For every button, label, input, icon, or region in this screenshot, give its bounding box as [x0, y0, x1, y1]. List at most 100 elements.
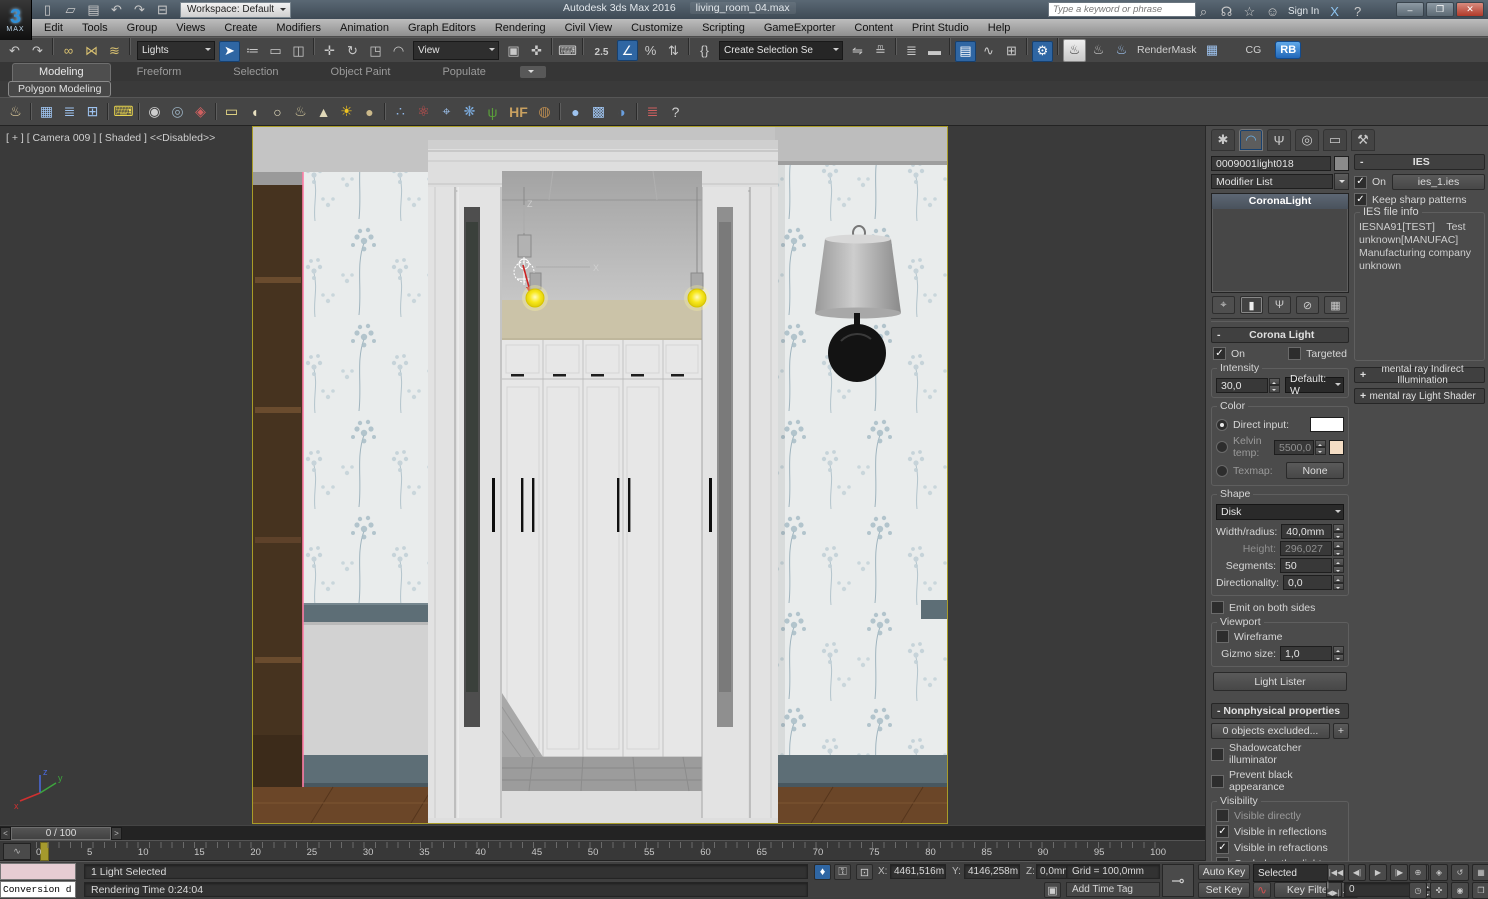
menu-item[interactable]: Content [854, 22, 893, 34]
orbit-icon[interactable]: ↺ [1451, 864, 1469, 881]
save-file-button[interactable]: ▤ [83, 0, 104, 20]
workspace-dropdown[interactable]: Workspace: Default [180, 2, 291, 18]
menu-item[interactable]: Help [988, 22, 1011, 34]
height-field[interactable]: 296,027 [1280, 541, 1332, 556]
edit-named-selection-sets-button[interactable]: {} [694, 40, 715, 61]
grass-icon[interactable]: ψ [482, 101, 503, 122]
select-object-button[interactable]: ➤ [219, 41, 240, 62]
shape-dropdown[interactable]: Disk [1216, 504, 1344, 520]
render-in-cloud-button[interactable]: ♨ [1111, 40, 1132, 61]
tab-modeling[interactable]: Modeling [12, 63, 111, 81]
render-mask-button[interactable]: RenderMask [1137, 44, 1197, 56]
molecule-icon[interactable]: ⚛ [413, 101, 434, 122]
camera-view[interactable]: Z X [252, 126, 948, 824]
wood-cabinet[interactable] [253, 172, 303, 789]
menu-item[interactable]: Animation [340, 22, 389, 34]
tab-selection[interactable]: Selection [207, 64, 304, 81]
render-table-icon[interactable]: ⊞ [82, 101, 103, 122]
add-time-tag-button[interactable]: Add Time Tag [1066, 882, 1160, 897]
wireframe-checkbox[interactable] [1216, 630, 1229, 643]
intensity-spinner[interactable] [1269, 378, 1280, 393]
undo-button[interactable]: ↶ [4, 41, 25, 62]
corona-light-rollout-header[interactable]: - Corona Light [1211, 327, 1349, 343]
directionality-field[interactable]: 0,0 [1283, 575, 1332, 590]
max-logo[interactable]: 3 MAX [0, 0, 32, 40]
time-configuration-icon[interactable]: ◷ [1409, 882, 1427, 899]
texmap-radio[interactable] [1216, 465, 1228, 477]
cone-light-icon[interactable]: ▲ [313, 101, 334, 122]
time-slider-grip[interactable]: 0 / 100 [11, 827, 111, 840]
width-radius-field[interactable]: 40,0mm [1281, 524, 1332, 539]
make-unique-button[interactable]: Ψ [1268, 296, 1291, 314]
particles-icon[interactable]: ∴ [390, 101, 411, 122]
keyboard-shortcut-override-button[interactable]: ⌨ [557, 40, 578, 61]
lock-selection-button[interactable]: ⚿ [834, 864, 851, 880]
directionality-spinner[interactable] [1333, 575, 1344, 590]
x-coordinate-field[interactable]: 4461,516m [890, 864, 946, 879]
menu-item[interactable]: Rendering [495, 22, 546, 34]
utilities-tab[interactable]: ⚒ [1351, 129, 1375, 151]
set-key-button[interactable]: Set Key [1198, 882, 1250, 898]
stack-item-coronalight[interactable]: CoronaLight [1212, 194, 1348, 209]
scatter-icon[interactable]: ❋ [459, 101, 480, 122]
right-open-door[interactable] [702, 187, 748, 818]
render-production-button[interactable]: ♨ [1063, 39, 1086, 62]
maximize-toggle-icon[interactable]: ❒ [1472, 882, 1488, 899]
configure-modifier-sets-button[interactable]: ▦ [1324, 296, 1347, 314]
polygon-modeling-panel[interactable]: Polygon Modeling [8, 81, 111, 97]
viewport-label[interactable]: [ + ] [ Camera 009 ] [ Shaded ] <<Disabl… [6, 132, 215, 144]
ies-rollout-header[interactable]: - IES [1354, 154, 1485, 170]
new-file-button[interactable]: ▯ [37, 0, 58, 20]
visible-refractions-checkbox[interactable] [1216, 841, 1229, 854]
auto-key-button[interactable]: Auto Key [1198, 864, 1250, 880]
material-select-icon[interactable]: ◑ [611, 101, 632, 122]
segments-field[interactable]: 50 [1280, 558, 1332, 573]
material-override-icon[interactable]: ▩ [588, 101, 609, 122]
segments-spinner[interactable] [1333, 558, 1344, 573]
menu-item[interactable]: Views [176, 22, 205, 34]
menu-item[interactable]: Civil View [565, 22, 612, 34]
object-name-field[interactable]: 0009001light018 [1211, 156, 1331, 171]
remove-modifier-button[interactable]: ⊘ [1296, 296, 1319, 314]
unlink-selection-button[interactable]: ⋈ [81, 41, 102, 62]
display-tab[interactable]: ▭ [1323, 129, 1347, 151]
y-coordinate-field[interactable]: 4146,258m [964, 864, 1020, 879]
light-lister-icon[interactable]: ≣ [642, 101, 663, 122]
open-file-button[interactable]: ▱ [60, 0, 81, 20]
pin-stack-button[interactable]: ⌖ [1212, 296, 1235, 314]
redo-button[interactable]: ↷ [27, 41, 48, 62]
menu-item[interactable]: Create [224, 22, 257, 34]
bind-to-space-warp-button[interactable]: ≋ [104, 41, 125, 62]
cg-button[interactable]: CG [1246, 44, 1262, 56]
maxscript-listener-pink[interactable] [0, 863, 76, 880]
hierarchy-tab[interactable]: Ψ [1267, 129, 1291, 151]
menu-item[interactable]: Graph Editors [408, 22, 476, 34]
viewport[interactable]: [ + ] [ Camera 009 ] [ Shaded ] <<Disabl… [0, 126, 1205, 825]
modifier-list-dropdown[interactable]: Modifier List [1211, 174, 1333, 189]
texmap-none-button[interactable]: None [1286, 462, 1344, 479]
previous-frame-button[interactable]: ◀| [1348, 864, 1366, 881]
light-lister-button[interactable]: Light Lister [1213, 672, 1347, 691]
next-frame-button[interactable]: |▶ [1390, 864, 1408, 881]
tab-object-paint[interactable]: Object Paint [305, 64, 417, 81]
select-by-name-button[interactable]: ≔ [242, 41, 263, 62]
curve-editor-button[interactable]: ∿ [978, 41, 999, 62]
height-spinner[interactable] [1333, 541, 1344, 556]
create-tab[interactable]: ✱ [1211, 129, 1235, 151]
menu-item[interactable]: Edit [44, 22, 63, 34]
select-and-place-button[interactable]: ◠ [388, 41, 409, 62]
direct-input-radio[interactable] [1216, 419, 1228, 431]
next-frame-arrow[interactable]: > [111, 827, 122, 840]
camera-icon[interactable]: ◉ [144, 101, 165, 122]
mental-ray-indirect-rollout[interactable]: + mental ray Indirect Illumination [1354, 367, 1485, 383]
time-slider-track[interactable] [122, 826, 1205, 841]
project-folder-button[interactable]: ⊟ [152, 0, 173, 20]
undo-dropdown-button[interactable]: ↶ [106, 0, 127, 20]
menu-item[interactable]: Group [127, 22, 158, 34]
named-selection-sets-dropdown[interactable]: Create Selection Se [719, 41, 843, 60]
rb-plugin-button[interactable]: RB [1275, 41, 1301, 59]
light-keyboard-icon[interactable]: ⌨ [113, 101, 134, 122]
play-button[interactable]: ▶ [1369, 864, 1387, 881]
show-end-result-button[interactable]: ▮ [1240, 296, 1263, 314]
sphere-light-icon[interactable]: ○ [267, 101, 288, 122]
